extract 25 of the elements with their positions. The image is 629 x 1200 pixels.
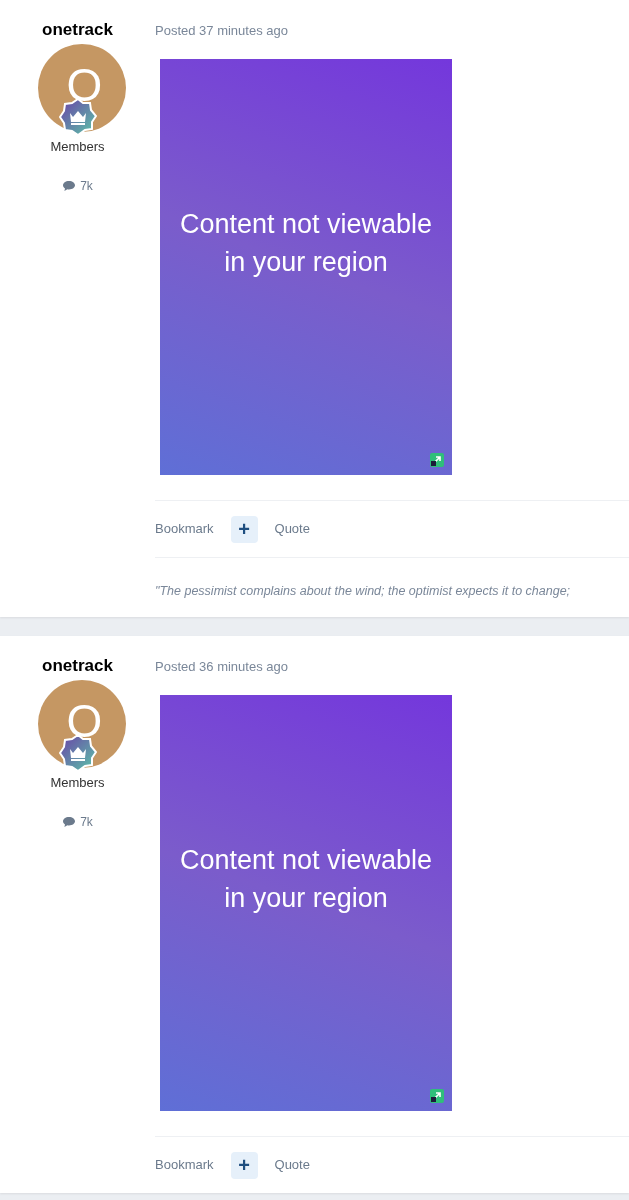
quote-button[interactable]: Quote <box>274 1155 310 1175</box>
bookmark-button[interactable]: Bookmark <box>155 1155 214 1175</box>
embed-message: in your region <box>224 246 388 279</box>
avatar-letter: O <box>66 698 103 744</box>
member-group: Members <box>50 773 105 793</box>
signature-text: "The pessimist complains about the wind; the optimist expects it to change; <box>155 584 571 598</box>
post-count: 7k <box>80 813 93 831</box>
author-name[interactable]: onetrack <box>42 655 113 677</box>
embed-message: Content not viewable <box>179 844 433 877</box>
bookmark-button[interactable]: Bookmark <box>155 519 214 539</box>
avatar-letter: O <box>66 62 103 108</box>
speech-bubble-icon <box>62 815 77 828</box>
member-group: Members <box>50 137 105 157</box>
post-count: 7k <box>80 177 93 195</box>
add-button[interactable]: + <box>230 515 258 543</box>
post-date: Posted 36 minutes ago <box>155 659 289 675</box>
embed-message: in your region <box>224 882 388 915</box>
author-name[interactable]: onetrack <box>42 19 113 41</box>
speech-bubble-icon <box>62 179 77 192</box>
embed-message: Content not viewable <box>179 208 433 241</box>
post-date: Posted 37 minutes ago <box>155 23 289 39</box>
expand-icon <box>430 453 444 467</box>
expand-icon <box>430 1089 444 1103</box>
quote-button[interactable]: Quote <box>274 519 310 539</box>
add-button[interactable]: + <box>230 1151 258 1179</box>
